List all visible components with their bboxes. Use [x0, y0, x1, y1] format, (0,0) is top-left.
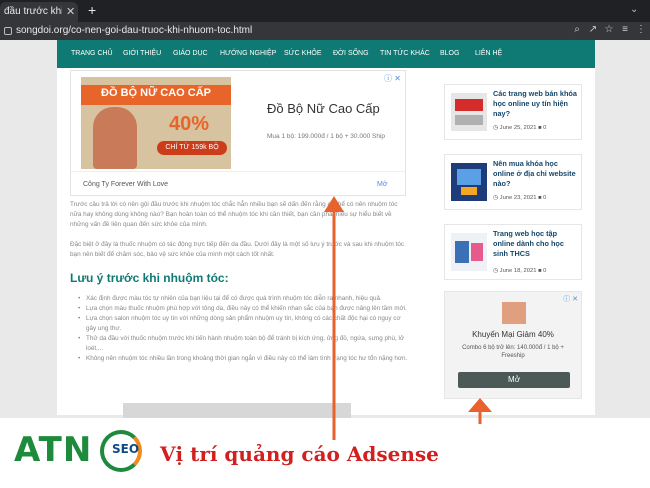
list-item: Xác định được màu tóc tự nhiên của bạn l…	[78, 294, 408, 304]
nav-home[interactable]: TRANG CHỦ	[71, 50, 113, 57]
ad-company: Công Ty Forever With Love	[83, 181, 169, 188]
ad-price: Mua 1 bộ: 199.000đ / 1 bộ + 30.000 Ship	[267, 133, 385, 140]
ad-description: Combo 6 bộ trở lên: 140.000đ / 1 bộ + Fr…	[462, 345, 564, 359]
thumb-shape	[455, 115, 483, 125]
ad-thumbnail[interactable]	[502, 302, 526, 324]
list-item: Thử da đầu với thuốc nhuộm trước khi tiế…	[78, 334, 408, 354]
post-date: June 23, 2021	[499, 195, 537, 201]
thumb-shape	[471, 243, 483, 261]
list-item: Lựa chọn màu thuốc nhuộm phù hợp với tôn…	[78, 304, 408, 314]
reading-list-icon[interactable]: ≡	[620, 24, 630, 36]
post-meta: ◷ June 18, 2021 ■ 0	[493, 268, 546, 274]
nav-other-news[interactable]: TIN TỨC KHÁC	[380, 50, 430, 57]
post-date: June 18, 2021	[499, 268, 537, 274]
article-paragraph: Trước câu trả lời có nên gội đầu trước k…	[70, 201, 398, 228]
ad-open-button[interactable]: Mở	[377, 181, 387, 188]
ad-divider	[71, 171, 405, 172]
post-title[interactable]: Nên mua khóa học online ở địa chỉ websit…	[493, 159, 579, 189]
post-meta: ◷ June 25, 2021 ■ 0	[493, 125, 546, 131]
ad-image-title: ĐỒ BỘ NỮ CAO CẤP	[101, 87, 211, 99]
post-date: June 25, 2021	[499, 125, 537, 131]
post-title[interactable]: Trang web học tập online dành cho học si…	[493, 229, 579, 259]
ad-image-pill: CHỈ TỪ 159k BỘ	[157, 141, 227, 155]
ad-open-button[interactable]: Mở	[458, 372, 570, 388]
nav-blog[interactable]: BLOG	[440, 50, 459, 57]
thumb-shape	[457, 169, 481, 185]
search-icon[interactable]: ⌕	[572, 24, 582, 36]
logo-badge: SEO	[112, 442, 140, 456]
list-item: Lựa chọn salon nhuộm tóc uy tín với nhữn…	[78, 314, 408, 334]
nav-health[interactable]: SỨC KHỎE	[284, 50, 322, 57]
chevron-down-icon[interactable]: ⌄	[630, 4, 638, 15]
new-tab-button[interactable]: +	[88, 2, 96, 18]
url-text: songdoi.org/co-nen-goi-dau-truoc-khi-nhu…	[16, 25, 253, 36]
ad-image-percent: 40%	[169, 113, 210, 135]
ad-headline[interactable]: Đồ Bộ Nữ Cao Cấp	[267, 101, 380, 116]
adchoices-icon[interactable]: ⓘ ✕	[563, 294, 578, 304]
thumb-shape	[455, 241, 469, 263]
star-icon[interactable]: ☆	[604, 24, 614, 36]
post-meta: ◷ June 23, 2021 ■ 0	[493, 195, 546, 201]
main-nav: TRANG CHỦ GIỚI THIỆU GIÁO DỤC HƯỚNG NGHI…	[57, 40, 595, 68]
post-thumbnail[interactable]	[451, 93, 487, 131]
thumb-shape	[455, 99, 483, 111]
comment-count: 0	[543, 195, 547, 201]
menu-icon[interactable]: ⋮	[636, 24, 646, 36]
nav-life[interactable]: ĐỜI SỐNG	[333, 50, 369, 57]
tab-title: đầu trước khi nhuộm	[4, 6, 62, 17]
browser-tab[interactable]: đầu trước khi nhuộm ✕	[0, 2, 78, 22]
section-heading: Lưu ý trước khi nhuộm tóc:	[70, 271, 229, 285]
nav-about[interactable]: GIỚI THIỆU	[123, 50, 161, 57]
post-title[interactable]: Các trang web bán khóa học online uy tín…	[493, 89, 579, 119]
logo-text: ATN	[14, 430, 93, 470]
adsense-top-ad[interactable]: ⓘ ✕ ĐỒ BỘ NỮ CAO CẤP 40% CHỈ TỪ 159k BỘ …	[70, 70, 406, 196]
adchoices-icon[interactable]: ⓘ ✕	[384, 73, 401, 84]
browser-tab-bar: đầu trước khi nhuộm ✕ + ⌄	[0, 0, 650, 22]
ad-image[interactable]: ĐỒ BỘ NỮ CAO CẤP 40% CHỈ TỪ 159k BỘ	[81, 77, 231, 169]
thumb-shape	[461, 187, 477, 195]
model-figure	[93, 107, 137, 169]
post-thumbnail[interactable]	[451, 163, 487, 201]
comment-count: 0	[543, 125, 547, 131]
list-item: Không nên nhuộm tóc nhiều lần trong khoả…	[78, 354, 408, 364]
post-thumbnail[interactable]	[451, 233, 487, 271]
clock-icon: ◷	[493, 268, 500, 274]
clock-icon: ◷	[493, 195, 500, 201]
tips-list: Xác định được màu tóc tự nhiên của bạn l…	[78, 294, 408, 364]
clock-icon: ◷	[493, 125, 500, 131]
adsense-caption: Vị trí quảng cáo Adsense	[160, 442, 439, 466]
sidebar-post-card[interactable]: Trang web học tập online dành cho học si…	[444, 224, 582, 280]
nav-career[interactable]: HƯỚNG NGHIỆP	[220, 50, 276, 57]
share-icon[interactable]: ↗	[588, 24, 598, 36]
lock-icon[interactable]	[4, 27, 12, 35]
close-icon[interactable]: ✕	[66, 5, 75, 18]
article-paragraph: Đặc biệt ở đây là thuốc nhuộm có tác độn…	[70, 241, 405, 258]
sidebar-post-card[interactable]: Nên mua khóa học online ở địa chỉ websit…	[444, 154, 582, 210]
adsense-sidebar-ad[interactable]: ⓘ ✕ Khuyến Mại Giảm 40% Combo 6 bộ trở l…	[444, 291, 582, 399]
address-bar: songdoi.org/co-nen-goi-dau-truoc-khi-nhu…	[0, 22, 650, 40]
comment-count: 0	[543, 268, 547, 274]
nav-education[interactable]: GIÁO DỤC	[173, 50, 208, 57]
nav-contact[interactable]: LIÊN HỆ	[475, 50, 502, 57]
ad-title[interactable]: Khuyến Mại Giảm 40%	[445, 330, 581, 339]
article-image	[123, 403, 351, 418]
sidebar-post-card[interactable]: Các trang web bán khóa học online uy tín…	[444, 84, 582, 140]
url-field[interactable]: songdoi.org/co-nen-goi-dau-truoc-khi-nhu…	[2, 24, 562, 38]
